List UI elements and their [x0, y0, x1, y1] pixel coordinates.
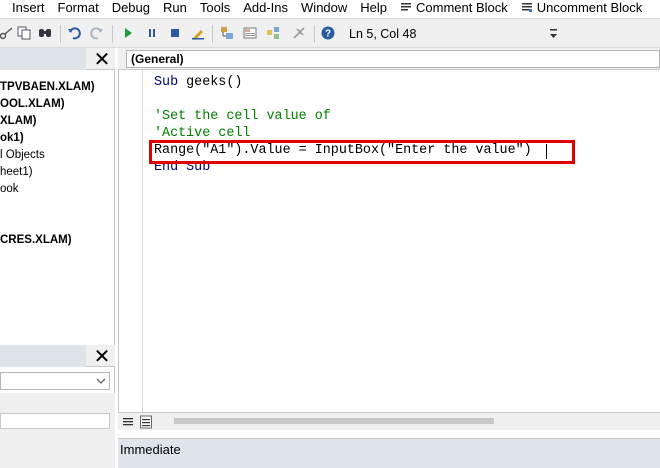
properties-object-select[interactable]	[0, 372, 110, 390]
design-mode-icon[interactable]	[191, 26, 205, 40]
code-editor[interactable]: Sub geeks() 'Set the cell value of 'Acti…	[118, 70, 660, 412]
properties-row[interactable]	[0, 413, 110, 429]
menu-add-ins[interactable]: Add-Ins	[243, 1, 288, 15]
help-icon[interactable]: ?	[321, 26, 335, 40]
project-explorer-close-icon[interactable]: ✕	[93, 49, 111, 69]
toolbar-separator	[112, 25, 113, 43]
project-tree-item[interactable]: heet1)	[0, 165, 33, 179]
properties-close-icon[interactable]: ✕	[93, 346, 111, 366]
project-explorer-title-band	[0, 48, 86, 70]
comment-block-label: Comment Block	[416, 0, 508, 15]
highlight-annotation	[149, 140, 575, 164]
project-explorer-icon[interactable]	[220, 26, 234, 40]
menu-bar: Insert Format Debug Run Tools Add-Ins Wi…	[0, 0, 660, 16]
run-icon[interactable]	[121, 26, 135, 40]
left-panes: ✕ TPVBAEN.XLAM) OOL.XLAM) XLAM) ok1) l Objec…	[0, 48, 115, 468]
uncomment-block-button[interactable]: Uncomment Block	[521, 1, 642, 15]
text-caret	[546, 144, 547, 159]
code-window-header: (General)	[118, 48, 660, 70]
procedure-view-icon[interactable]	[122, 415, 134, 429]
sub-name: geeks()	[178, 75, 243, 90]
menu-tools[interactable]: Tools	[200, 1, 230, 15]
properties-header: ✕	[0, 345, 115, 367]
redo-icon[interactable]	[90, 26, 104, 40]
immediate-window-header: Immediate	[118, 438, 660, 468]
comment-block-button[interactable]: Comment Block	[400, 1, 508, 15]
object-combo[interactable]: (General)	[126, 50, 660, 68]
project-tree-item[interactable]: CRES.XLAM)	[0, 233, 72, 247]
menu-debug[interactable]: Debug	[112, 1, 150, 15]
undo-icon[interactable]	[67, 26, 81, 40]
toolbar-separator	[314, 25, 315, 43]
menu-format[interactable]: Format	[58, 1, 99, 15]
properties-title-band	[0, 345, 86, 367]
project-tree-item[interactable]: l Objects	[0, 148, 45, 162]
standard-toolbar: ? Ln 5, Col 48	[0, 18, 660, 48]
uncomment-block-icon	[521, 3, 532, 12]
toolbar-separator	[212, 25, 213, 43]
toolbar-options-icon[interactable]	[549, 27, 558, 41]
project-tree-item[interactable]: ook	[0, 182, 19, 196]
project-tree-item[interactable]: OOL.XLAM)	[0, 97, 65, 111]
project-tree-item[interactable]: ok1)	[0, 131, 24, 145]
immediate-window-title: Immediate	[120, 442, 181, 457]
copy-icon[interactable]	[17, 26, 31, 40]
cursor-position-status: Ln 5, Col 48	[346, 23, 560, 45]
menu-window[interactable]: Window	[301, 1, 347, 15]
project-tree-item[interactable]: TPVBAEN.XLAM)	[0, 80, 95, 94]
project-tree-item[interactable]: XLAM)	[0, 114, 36, 128]
code-line-comment-1: 'Set the cell value of	[154, 109, 331, 124]
horizontal-scrollbar-thumb[interactable]	[174, 418, 494, 424]
toolbox-icon[interactable]	[292, 26, 306, 40]
code-window-footer	[118, 412, 660, 430]
menu-run[interactable]: Run	[163, 1, 187, 15]
project-tree[interactable]: TPVBAEN.XLAM) OOL.XLAM) XLAM) ok1) l Objects…	[0, 72, 115, 342]
object-browser-icon[interactable]	[266, 26, 280, 40]
menu-insert[interactable]: Insert	[12, 1, 45, 15]
cut-icon[interactable]	[0, 26, 14, 40]
find-icon[interactable]	[38, 26, 52, 40]
toolbar-separator	[60, 25, 61, 43]
project-explorer-header: ✕	[0, 48, 115, 70]
full-module-view-icon[interactable]	[140, 415, 152, 429]
break-icon[interactable]	[145, 26, 159, 40]
properties-window-icon[interactable]	[243, 26, 257, 40]
cursor-position-text: Ln 5, Col 48	[349, 27, 417, 41]
comment-block-icon	[401, 3, 412, 11]
keyword-sub: Sub	[154, 75, 179, 90]
uncomment-block-label: Uncomment Block	[536, 0, 643, 15]
properties-grid	[0, 393, 115, 468]
menu-help[interactable]: Help	[360, 1, 387, 15]
chevron-down-icon	[96, 378, 106, 384]
svg-text:?: ?	[325, 29, 331, 40]
reset-icon[interactable]	[168, 26, 182, 40]
code-line-1: Sub geeks()	[154, 74, 242, 91]
margin-indicator-bar[interactable]	[119, 70, 143, 412]
